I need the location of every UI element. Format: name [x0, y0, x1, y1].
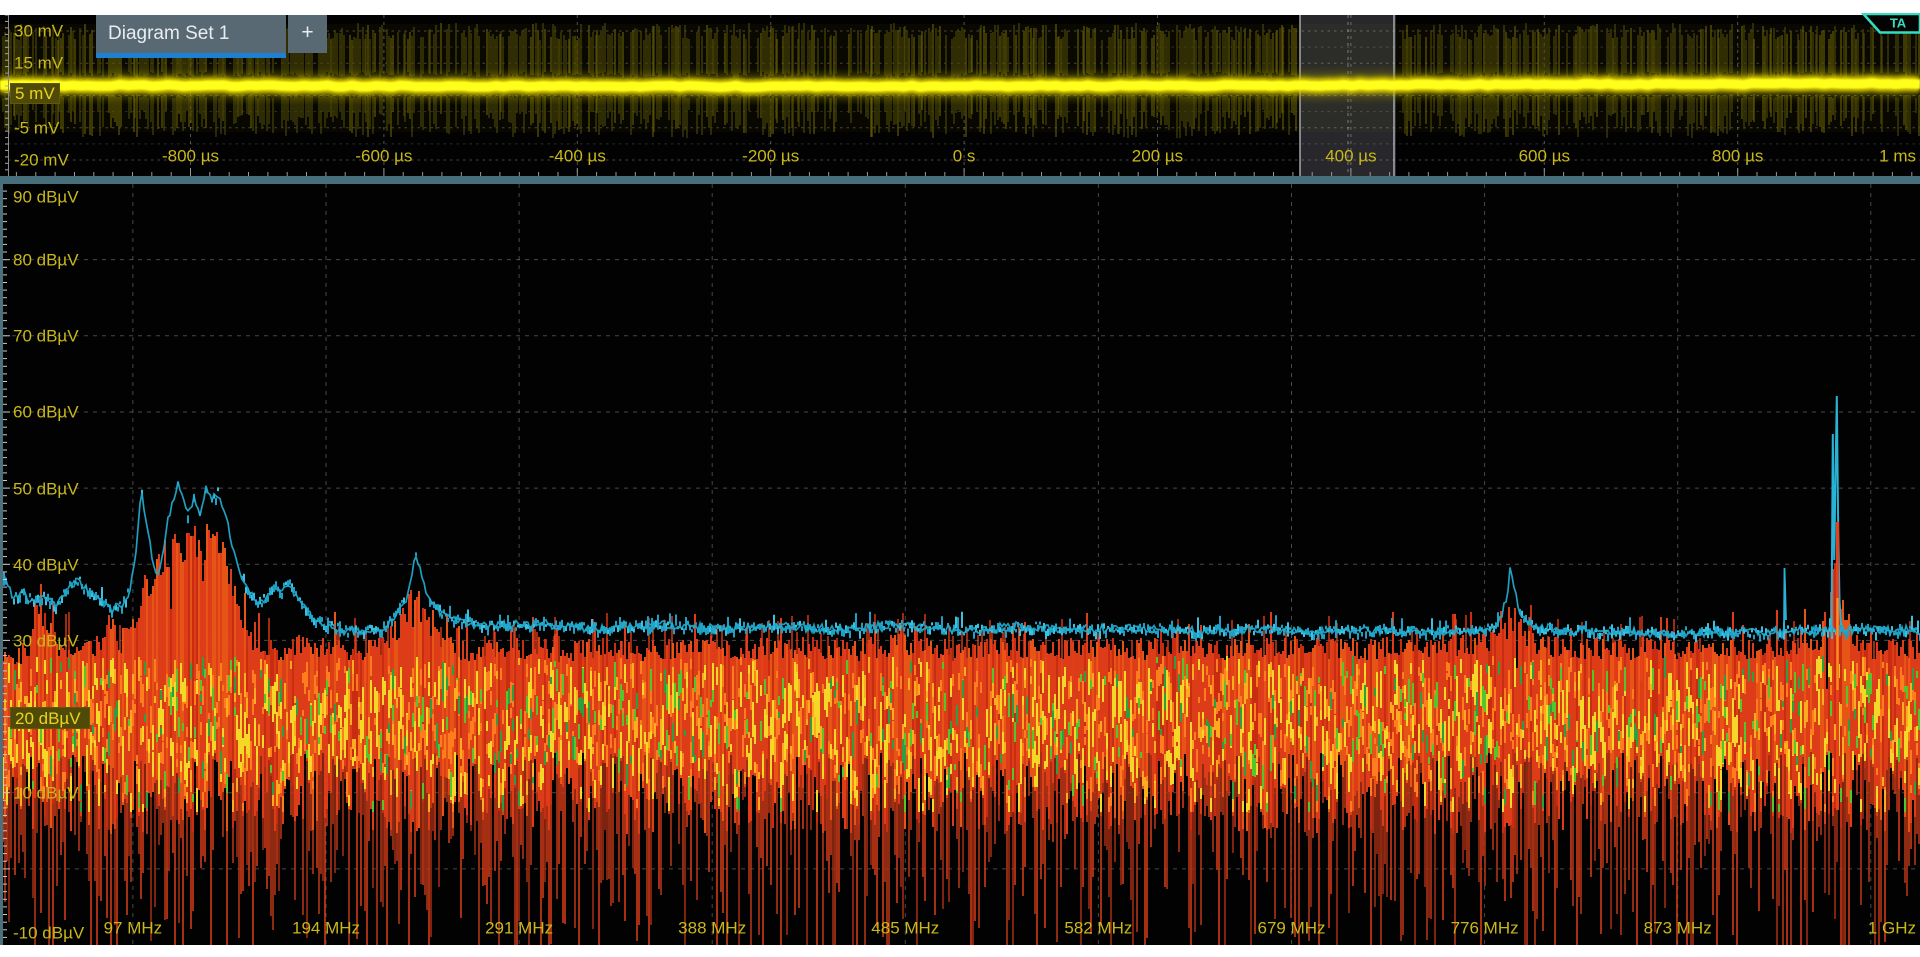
svg-text:TA: TA [1890, 16, 1907, 31]
